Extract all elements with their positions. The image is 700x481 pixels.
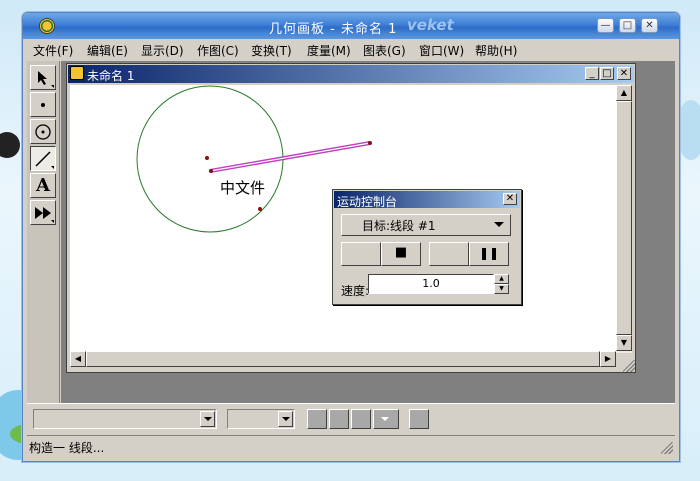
chevron-down-icon[interactable]	[278, 411, 293, 427]
chevron-down-icon	[381, 417, 389, 421]
speed-input[interactable]: 1.0	[368, 274, 494, 294]
tool-submenu-indicator	[51, 166, 54, 169]
doc-minimize-button[interactable]: _	[585, 67, 599, 80]
desktop-decoration	[0, 132, 20, 158]
style-combo[interactable]	[33, 409, 217, 429]
status-text: 构造一 线段...	[29, 441, 105, 455]
compass-tool[interactable]	[30, 119, 56, 144]
segment-end-point[interactable]	[368, 141, 372, 145]
pause-button[interactable]: ❚❚	[469, 242, 509, 266]
target-select-label: 目标:线段 #1	[362, 219, 436, 233]
target-select[interactable]: 目标:线段 #1	[341, 214, 511, 236]
segment-end-point[interactable]	[209, 169, 213, 173]
document-titlebar[interactable]: 未命名 1 _ □ ✕	[68, 65, 634, 83]
doc-maximize-button[interactable]: □	[600, 67, 614, 80]
motion-controller-title: 运动控制台	[337, 195, 398, 209]
window-titlebar[interactable]: 几何画板 - 未命名 1 veket — □ ✕	[23, 13, 679, 39]
motion-controller-titlebar[interactable]: 运动控制台 ✕	[334, 191, 520, 209]
doc-resize-grip[interactable]	[623, 360, 635, 372]
menu-file[interactable]: 文件(F)	[33, 42, 73, 59]
menu-display[interactable]: 显示(D)	[141, 42, 184, 59]
minimize-button[interactable]: —	[597, 18, 614, 33]
workspace: 未命名 1 _ □ ✕ 中文件 运动控制台 ✕ 目标:线段 #1 ■ ❚❚ 速度…	[61, 61, 675, 403]
text-tool[interactable]: A	[30, 173, 56, 198]
stop-button[interactable]: ■	[381, 242, 421, 266]
chevron-down-icon[interactable]	[200, 411, 215, 427]
selection-arrow-tool[interactable]	[30, 65, 56, 90]
doc-close-button[interactable]: ✕	[617, 67, 631, 80]
chevron-down-icon	[494, 222, 504, 227]
play-button[interactable]	[429, 242, 469, 266]
horizontal-scrollbar[interactable]: ◀ ▶	[70, 351, 616, 367]
bottom-toolbar	[27, 403, 675, 436]
maximize-button[interactable]: □	[619, 18, 636, 33]
status-bar: 构造一 线段...	[27, 435, 675, 456]
symbol-button[interactable]	[409, 409, 429, 429]
bold-button[interactable]	[307, 409, 327, 429]
vertical-scroll-thumb[interactable]	[616, 101, 632, 335]
scroll-up-icon[interactable]: ▲	[616, 85, 632, 101]
scroll-right-icon[interactable]: ▶	[600, 351, 616, 367]
toolbox: A	[27, 61, 60, 403]
window-title: 几何画板 - 未命名 1	[269, 22, 398, 37]
size-combo[interactable]	[227, 409, 295, 429]
tool-submenu-indicator	[51, 85, 54, 88]
menu-window[interactable]: 窗口(W)	[419, 42, 464, 59]
close-button[interactable]: ✕	[641, 18, 658, 33]
straightedge-tool[interactable]	[30, 146, 56, 171]
sketch-canvas[interactable]: 中文件 运动控制台 ✕ 目标:线段 #1 ■ ❚❚ 速度: 1.0 ▲ ▼	[70, 85, 616, 351]
title-watermark: veket	[407, 16, 454, 34]
reverse-button[interactable]	[341, 242, 381, 266]
scroll-left-icon[interactable]: ◀	[70, 351, 86, 367]
scroll-down-icon[interactable]: ▼	[616, 335, 632, 351]
custom-tool[interactable]	[30, 200, 56, 225]
menu-bar: 文件(F) 编辑(E) 显示(D) 作图(C) 变换(T) 度量(M) 图表(G…	[27, 39, 675, 59]
circle-edge-point[interactable]	[258, 207, 262, 211]
color-dropdown-button[interactable]	[373, 409, 399, 429]
speed-spinner[interactable]: ▲ ▼	[494, 274, 509, 294]
menu-help[interactable]: 帮助(H)	[475, 42, 517, 59]
menu-transform[interactable]: 变换(T)	[251, 42, 292, 59]
app-window: 几何画板 - 未命名 1 veket — □ ✕ 文件(F) 编辑(E) 显示(…	[22, 12, 680, 462]
vertical-scrollbar[interactable]: ▲ ▼	[616, 85, 632, 353]
text-A-icon: A	[36, 175, 50, 196]
motion-close-button[interactable]: ✕	[503, 193, 517, 205]
point-icon	[31, 93, 55, 116]
menu-edit[interactable]: 编辑(E)	[87, 42, 128, 59]
circle-center-point[interactable]	[205, 156, 209, 160]
menu-construct[interactable]: 作图(C)	[197, 42, 239, 59]
window-resize-grip[interactable]	[661, 442, 673, 454]
spinner-up-icon[interactable]: ▲	[494, 274, 509, 284]
document-window: 未命名 1 _ □ ✕ 中文件 运动控制台 ✕ 目标:线段 #1 ■ ❚❚ 速度…	[66, 63, 636, 373]
canvas-text-label[interactable]: 中文件	[220, 177, 265, 198]
geometry-segment-highlight	[209, 142, 371, 172]
motion-controller-panel: 运动控制台 ✕ 目标:线段 #1 ■ ❚❚ 速度: 1.0 ▲ ▼	[332, 189, 522, 305]
horizontal-scroll-thumb[interactable]	[86, 351, 600, 367]
spinner-down-icon[interactable]: ▼	[494, 284, 509, 294]
tool-submenu-indicator	[51, 220, 54, 223]
italic-button[interactable]	[329, 409, 349, 429]
point-tool[interactable]	[30, 92, 56, 117]
app-icon[interactable]	[39, 18, 55, 34]
underline-button[interactable]	[351, 409, 371, 429]
menu-measure[interactable]: 度量(M)	[307, 42, 351, 59]
document-icon[interactable]	[70, 66, 84, 80]
speed-label: 速度:	[341, 284, 370, 298]
menu-graph[interactable]: 图表(G)	[363, 42, 406, 59]
document-title: 未命名 1	[87, 69, 135, 83]
circle-icon	[31, 120, 55, 143]
